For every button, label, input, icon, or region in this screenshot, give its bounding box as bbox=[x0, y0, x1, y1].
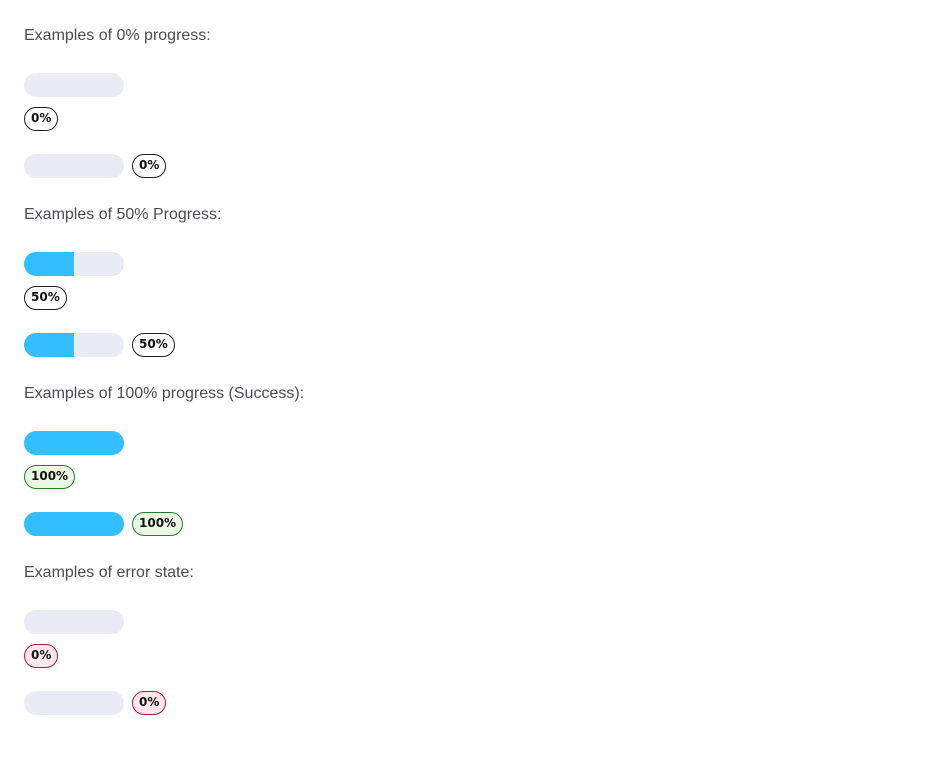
section-heading: Examples of 100% progress (Success): bbox=[24, 385, 305, 402]
section-heading: Examples of 50% Progress: bbox=[24, 206, 222, 223]
progress-track bbox=[24, 610, 124, 634]
progress-inline-full: 100% bbox=[24, 512, 184, 536]
progress-track bbox=[24, 431, 124, 455]
section-heading: Examples of error state: bbox=[24, 564, 194, 581]
section-heading: Examples of 0% progress: bbox=[24, 27, 211, 44]
progress-fill bbox=[24, 512, 124, 536]
progress-stacked-half: 50% bbox=[24, 252, 124, 310]
progress-track bbox=[24, 252, 124, 276]
progress-fill bbox=[24, 333, 74, 357]
section-full-progress: Examples of 100% progress (Success): bbox=[24, 384, 304, 404]
progress-badge-success: 100% bbox=[132, 512, 184, 536]
section-half-progress: Examples of 50% Progress: bbox=[24, 205, 221, 225]
progress-badge: 0% bbox=[132, 154, 167, 178]
section-error-state: Examples of error state: bbox=[24, 563, 194, 583]
progress-track bbox=[24, 512, 124, 536]
progress-badge: 0% bbox=[24, 107, 59, 131]
progress-stacked-error: 0% bbox=[24, 610, 124, 668]
progress-track bbox=[24, 691, 124, 715]
progress-track bbox=[24, 333, 124, 357]
progress-track bbox=[24, 73, 124, 97]
progress-stacked-full: 100% bbox=[24, 431, 124, 489]
progress-inline-error: 0% bbox=[24, 691, 167, 715]
progress-badge: 50% bbox=[24, 286, 67, 310]
progress-badge-error: 0% bbox=[132, 691, 167, 715]
progress-stacked-zero: 0% bbox=[24, 73, 124, 131]
progress-inline-half: 50% bbox=[24, 333, 175, 357]
progress-track bbox=[24, 154, 124, 178]
progress-fill bbox=[24, 431, 124, 455]
progress-fill bbox=[24, 252, 74, 276]
progress-badge-success: 100% bbox=[24, 465, 76, 489]
progress-badge-error: 0% bbox=[24, 644, 59, 668]
section-zero-progress: Examples of 0% progress: bbox=[24, 26, 211, 46]
progress-inline-zero: 0% bbox=[24, 154, 167, 178]
progress-badge: 50% bbox=[132, 333, 175, 357]
